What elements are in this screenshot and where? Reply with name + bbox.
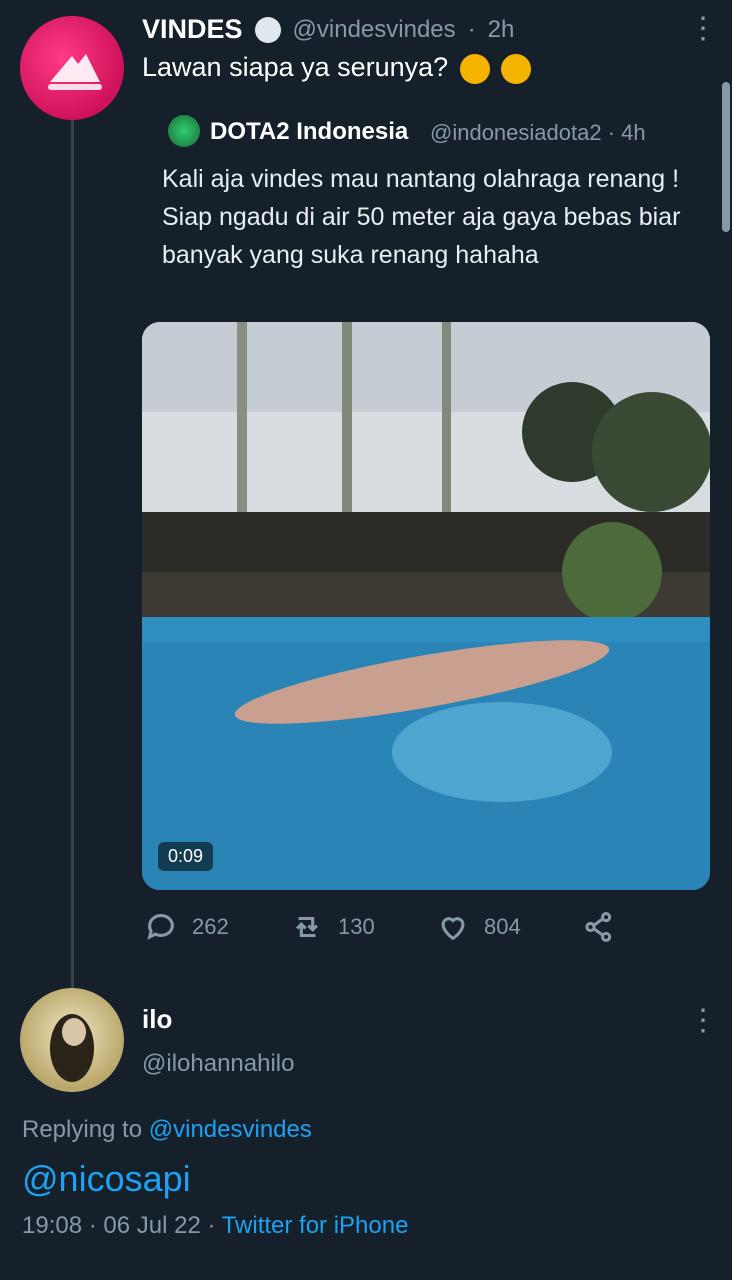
author-name[interactable]: VINDES bbox=[142, 14, 243, 45]
quoted-author-avatar[interactable] bbox=[168, 115, 200, 147]
retweet-count: 130 bbox=[338, 914, 375, 939]
share-button[interactable] bbox=[582, 910, 616, 944]
reply-author-handle[interactable]: @ilohannahilo bbox=[142, 1050, 294, 1078]
quoted-author-handle[interactable]: @indonesiadota2 · 4h bbox=[430, 120, 646, 146]
video-duration-badge: 0:09 bbox=[158, 842, 214, 871]
reply-author-name[interactable]: ilo bbox=[142, 1004, 172, 1035]
tweet-time[interactable]: 2h bbox=[488, 16, 515, 44]
reply-icon bbox=[147, 914, 174, 940]
tweet-text: Lawan siapa ya serunya? bbox=[142, 52, 532, 84]
thread-line bbox=[71, 120, 74, 988]
quoted-time-separator: · bbox=[607, 120, 622, 145]
quoted-tweet-text: Kali aja vindes mau nantang olahraga ren… bbox=[162, 165, 681, 269]
replying-to: Replying to @vindesvindes bbox=[22, 1116, 312, 1144]
face-emoji-icon bbox=[459, 53, 490, 84]
reply-timestamp: 19:08 · 06 Jul 22 · bbox=[22, 1212, 216, 1239]
quoted-author-name[interactable]: DOTA2 Indonesia bbox=[210, 118, 408, 146]
tweet-text-content: Lawan siapa ya serunya? bbox=[142, 52, 449, 82]
reply-text[interactable]: @nicosapi bbox=[22, 1158, 191, 1200]
more-icon[interactable]: ⋮ bbox=[688, 14, 718, 44]
retweet-icon bbox=[295, 916, 319, 938]
quoted-time: 4h bbox=[621, 120, 646, 145]
video-thumbnail[interactable] bbox=[142, 322, 710, 890]
retweet-button[interactable]: 130 bbox=[290, 910, 375, 944]
like-button[interactable]: 804 bbox=[436, 910, 521, 944]
tweet-time-separator: · bbox=[467, 15, 476, 43]
reply-count: 262 bbox=[192, 914, 229, 939]
quoted-handle-text: @indonesiadota2 bbox=[430, 120, 602, 145]
share-icon bbox=[585, 911, 612, 943]
author-avatar[interactable] bbox=[20, 16, 124, 120]
avatar-photo-icon bbox=[50, 1014, 94, 1082]
reply-meta: 19:08 · 06 Jul 22 · Twitter for iPhone bbox=[22, 1212, 408, 1240]
author-handle[interactable]: @vindesvindes bbox=[293, 16, 456, 44]
like-icon bbox=[441, 917, 465, 941]
pool-scene-image bbox=[142, 322, 710, 890]
reply-author-avatar[interactable] bbox=[20, 988, 124, 1092]
reply-button[interactable]: 262 bbox=[144, 910, 229, 944]
tweet-header: VINDES @vindesvindes · 2h bbox=[142, 14, 514, 45]
reply-client-link[interactable]: Twitter for iPhone bbox=[222, 1212, 409, 1239]
face-emoji-icon bbox=[501, 53, 532, 84]
like-count: 804 bbox=[484, 914, 521, 939]
more-icon[interactable]: ⋮ bbox=[688, 1006, 718, 1036]
verified-icon bbox=[254, 16, 281, 43]
replying-to-handle[interactable]: @vindesvindes bbox=[149, 1116, 312, 1143]
replying-to-label: Replying to bbox=[22, 1116, 143, 1143]
avatar-logo-icon bbox=[48, 54, 102, 90]
scrollbar[interactable] bbox=[722, 82, 730, 232]
